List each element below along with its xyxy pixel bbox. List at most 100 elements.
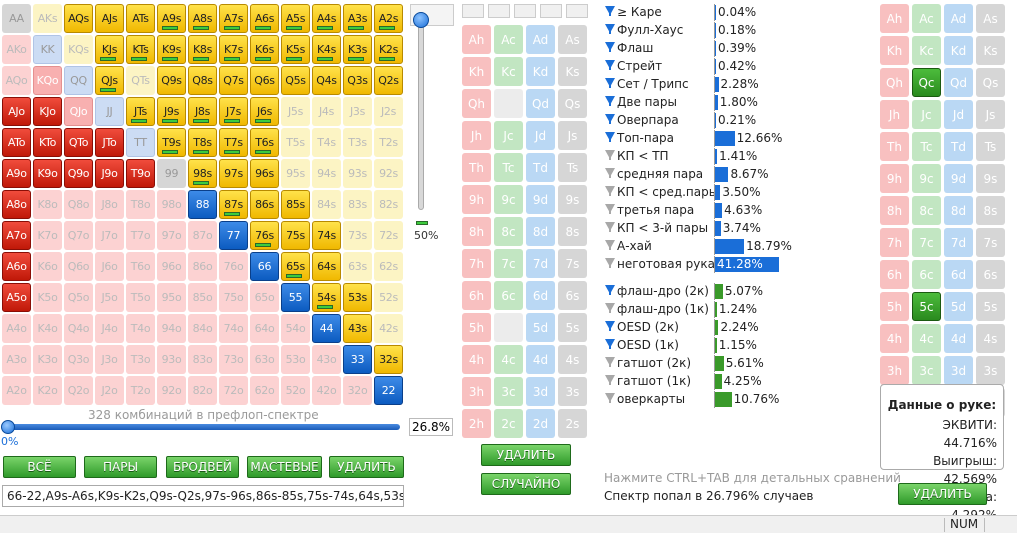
hand-cell-76o[interactable]: 76o [219, 252, 248, 281]
hand-cell-72s[interactable]: 72s [374, 221, 403, 250]
hand-cell-T5o[interactable]: T5o [126, 283, 155, 312]
hand-cell-K5s[interactable]: K5s [281, 35, 310, 64]
hand-cell-AKs[interactable]: AKs [33, 4, 62, 33]
hand-cell-64s[interactable]: 64s [312, 252, 341, 281]
hand-cell-Q5o[interactable]: Q5o [64, 283, 93, 312]
card-8h[interactable]: 8h [880, 196, 909, 225]
board-slot-2[interactable] [488, 4, 510, 18]
hand-cell-ATs[interactable]: ATs [126, 4, 155, 33]
stat-row[interactable]: Оверпара 0.21% [604, 112, 894, 129]
filter-icon[interactable] [605, 60, 615, 69]
card-8s[interactable]: 8s [976, 196, 1005, 225]
stat-row[interactable]: А-хай 18.79% [604, 238, 894, 255]
card-4d[interactable]: 4d [944, 324, 973, 353]
hand-cell-85s[interactable]: 85s [281, 190, 310, 219]
card-5h[interactable]: 5h [880, 292, 909, 321]
hand-cell-76s[interactable]: 76s [250, 221, 279, 250]
card-Ah[interactable]: Ah [462, 25, 491, 54]
card-3h[interactable]: 3h [880, 356, 909, 385]
hand-cell-A5o[interactable]: A5o [2, 283, 31, 312]
hand-cell-75s[interactable]: 75s [281, 221, 310, 250]
hand-cell-66[interactable]: 66 [250, 252, 279, 281]
card-Td[interactable]: Td [944, 132, 973, 161]
filter-icon[interactable] [605, 393, 615, 402]
hand-cell-Q4o[interactable]: Q4o [64, 314, 93, 343]
card-4c[interactable]: 4c [494, 345, 523, 374]
hand-cell-JTo[interactable]: JTo [95, 128, 124, 157]
hand-cell-Q7o[interactable]: Q7o [64, 221, 93, 250]
card-3d[interactable]: 3d [944, 356, 973, 385]
hand-cell-52o[interactable]: 52o [281, 376, 310, 405]
hand-cell-84s[interactable]: 84s [312, 190, 341, 219]
card-Ts[interactable]: Ts [558, 153, 587, 182]
hand-cell-QJs[interactable]: QJs [95, 66, 124, 95]
hand-cell-83o[interactable]: 83o [188, 345, 217, 374]
stat-row[interactable]: гатшот (1к) 4.25% [604, 373, 894, 390]
hand-cell-J5o[interactable]: J5o [95, 283, 124, 312]
hand-cell-KQo[interactable]: KQo [33, 66, 62, 95]
hand-cell-J9s[interactable]: J9s [157, 97, 186, 126]
card-3c[interactable]: 3c [912, 356, 941, 385]
card-7d[interactable]: 7d [526, 249, 555, 278]
hand-cell-TT[interactable]: TT [126, 128, 155, 157]
hand-cell-92s[interactable]: 92s [374, 159, 403, 188]
card-8c[interactable]: 8c [912, 196, 941, 225]
hand-cell-74s[interactable]: 74s [312, 221, 341, 250]
suited-button[interactable]: МАСТЕВЫЕ [247, 456, 322, 478]
hand-cell-K3s[interactable]: K3s [343, 35, 372, 64]
hand-cell-J4o[interactable]: J4o [95, 314, 124, 343]
hand-cell-A8s[interactable]: A8s [188, 4, 217, 33]
hand-cell-54o[interactable]: 54o [281, 314, 310, 343]
hand-cell-Q4s[interactable]: Q4s [312, 66, 341, 95]
filter-icon[interactable] [605, 375, 615, 384]
hand-cell-94s[interactable]: 94s [312, 159, 341, 188]
filter-icon[interactable] [605, 339, 615, 348]
delete-range-button[interactable]: УДАЛИТЬ [329, 456, 404, 478]
board-slot-5[interactable] [566, 4, 588, 18]
hand-cell-Q8o[interactable]: Q8o [64, 190, 93, 219]
card-Kd[interactable]: Kd [526, 57, 555, 86]
card-Qc[interactable]: Qc [912, 68, 941, 97]
vertical-slider-track[interactable] [418, 14, 424, 210]
card-8d[interactable]: 8d [944, 196, 973, 225]
hand-cell-AKo[interactable]: AKo [2, 35, 31, 64]
stat-row[interactable]: неготовая рука 41.28% [604, 256, 894, 273]
filter-icon[interactable] [605, 114, 615, 123]
hand-cell-87o[interactable]: 87o [188, 221, 217, 250]
card-Jh[interactable]: Jh [880, 100, 909, 129]
hand-cell-Q6s[interactable]: Q6s [250, 66, 279, 95]
card-2h[interactable]: 2h [462, 409, 491, 438]
hand-cell-T3o[interactable]: T3o [126, 345, 155, 374]
card-Ks[interactable]: Ks [558, 57, 587, 86]
hand-cell-K4o[interactable]: K4o [33, 314, 62, 343]
stat-row[interactable]: Флаш 0.39% [604, 40, 894, 57]
hand-cell-Q2s[interactable]: Q2s [374, 66, 403, 95]
stat-row[interactable]: Топ-пара 12.66% [604, 130, 894, 147]
filter-icon[interactable] [605, 42, 615, 51]
stat-row[interactable]: Сет / Трипс 2.28% [604, 76, 894, 93]
card-7h[interactable]: 7h [462, 249, 491, 278]
card-Ts[interactable]: Ts [976, 132, 1005, 161]
hand-cell-A4o[interactable]: A4o [2, 314, 31, 343]
card-Ac[interactable]: Ac [912, 4, 941, 33]
hand-cell-85o[interactable]: 85o [188, 283, 217, 312]
card-9c[interactable]: 9c [494, 185, 523, 214]
hand-cell-65s[interactable]: 65s [281, 252, 310, 281]
hand-cell-73o[interactable]: 73o [219, 345, 248, 374]
hand-cell-44[interactable]: 44 [312, 314, 341, 343]
hand-cell-A3o[interactable]: A3o [2, 345, 31, 374]
card-5s[interactable]: 5s [558, 313, 587, 342]
hand-cell-Q9s[interactable]: Q9s [157, 66, 186, 95]
stat-row[interactable]: OESD (2к) 2.24% [604, 319, 894, 336]
card-Qd[interactable]: Qd [526, 89, 555, 118]
hand-cell-96s[interactable]: 96s [250, 159, 279, 188]
filter-icon[interactable] [605, 132, 615, 141]
card-Qs[interactable]: Qs [976, 68, 1005, 97]
hand-cell-K3o[interactable]: K3o [33, 345, 62, 374]
hand-cell-95s[interactable]: 95s [281, 159, 310, 188]
card-Jc[interactable]: Jc [912, 100, 941, 129]
card-7s[interactable]: 7s [976, 228, 1005, 257]
filter-icon[interactable] [605, 222, 615, 231]
hand-cell-55[interactable]: 55 [281, 283, 310, 312]
hand-cell-53o[interactable]: 53o [281, 345, 310, 374]
